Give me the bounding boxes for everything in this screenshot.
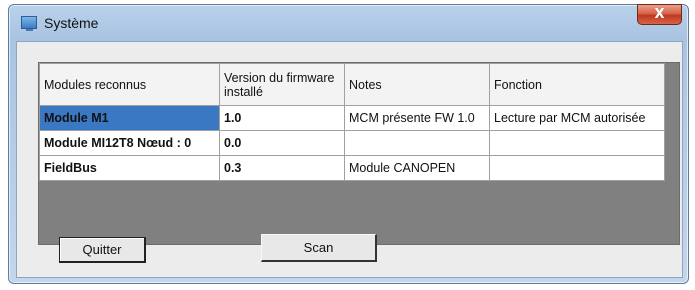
cell-version[interactable]: 1.0 xyxy=(219,105,345,131)
cell-notes[interactable]: Module CANOPEN xyxy=(344,155,490,181)
window-client-area: Modules reconnus Version du firmware ins… xyxy=(16,41,683,278)
header-function[interactable]: Fonction xyxy=(489,63,665,106)
cell-version[interactable]: 0.3 xyxy=(219,155,345,181)
cell-module[interactable]: FieldBus xyxy=(39,155,220,181)
table-header-row: Modules reconnus Version du firmware ins… xyxy=(39,63,665,106)
cell-function[interactable] xyxy=(489,155,665,181)
window-title: Système xyxy=(44,15,99,31)
cell-notes[interactable]: MCM présente FW 1.0 xyxy=(344,105,490,131)
system-window: Système X Modules reconnus Version du fi… xyxy=(8,4,689,284)
cell-function[interactable]: Lecture par MCM autorisée xyxy=(489,105,665,131)
quit-button[interactable]: Quitter xyxy=(59,237,146,263)
modules-table: Modules reconnus Version du firmware ins… xyxy=(39,63,665,181)
cell-module[interactable]: Module M1 xyxy=(39,105,220,131)
cell-function[interactable] xyxy=(489,130,665,156)
header-firmware-version[interactable]: Version du firmware installé xyxy=(219,63,345,106)
cell-notes[interactable] xyxy=(344,130,490,156)
modules-grid: Modules reconnus Version du firmware ins… xyxy=(38,62,680,245)
table-row[interactable]: Module M1 1.0 MCM présente FW 1.0 Lectur… xyxy=(39,105,665,131)
scan-button[interactable]: Scan xyxy=(261,234,377,262)
cell-module[interactable]: Module MI12T8 Nœud : 0 xyxy=(39,130,220,156)
header-modules[interactable]: Modules reconnus xyxy=(39,63,220,106)
monitor-icon xyxy=(21,16,37,31)
header-notes[interactable]: Notes xyxy=(344,63,490,106)
table-row[interactable]: Module MI12T8 Nœud : 0 0.0 xyxy=(39,130,665,156)
title-bar[interactable]: Système X xyxy=(9,4,688,41)
cell-version[interactable]: 0.0 xyxy=(219,130,345,156)
close-button[interactable]: X xyxy=(637,4,682,25)
table-row[interactable]: FieldBus 0.3 Module CANOPEN xyxy=(39,155,665,181)
